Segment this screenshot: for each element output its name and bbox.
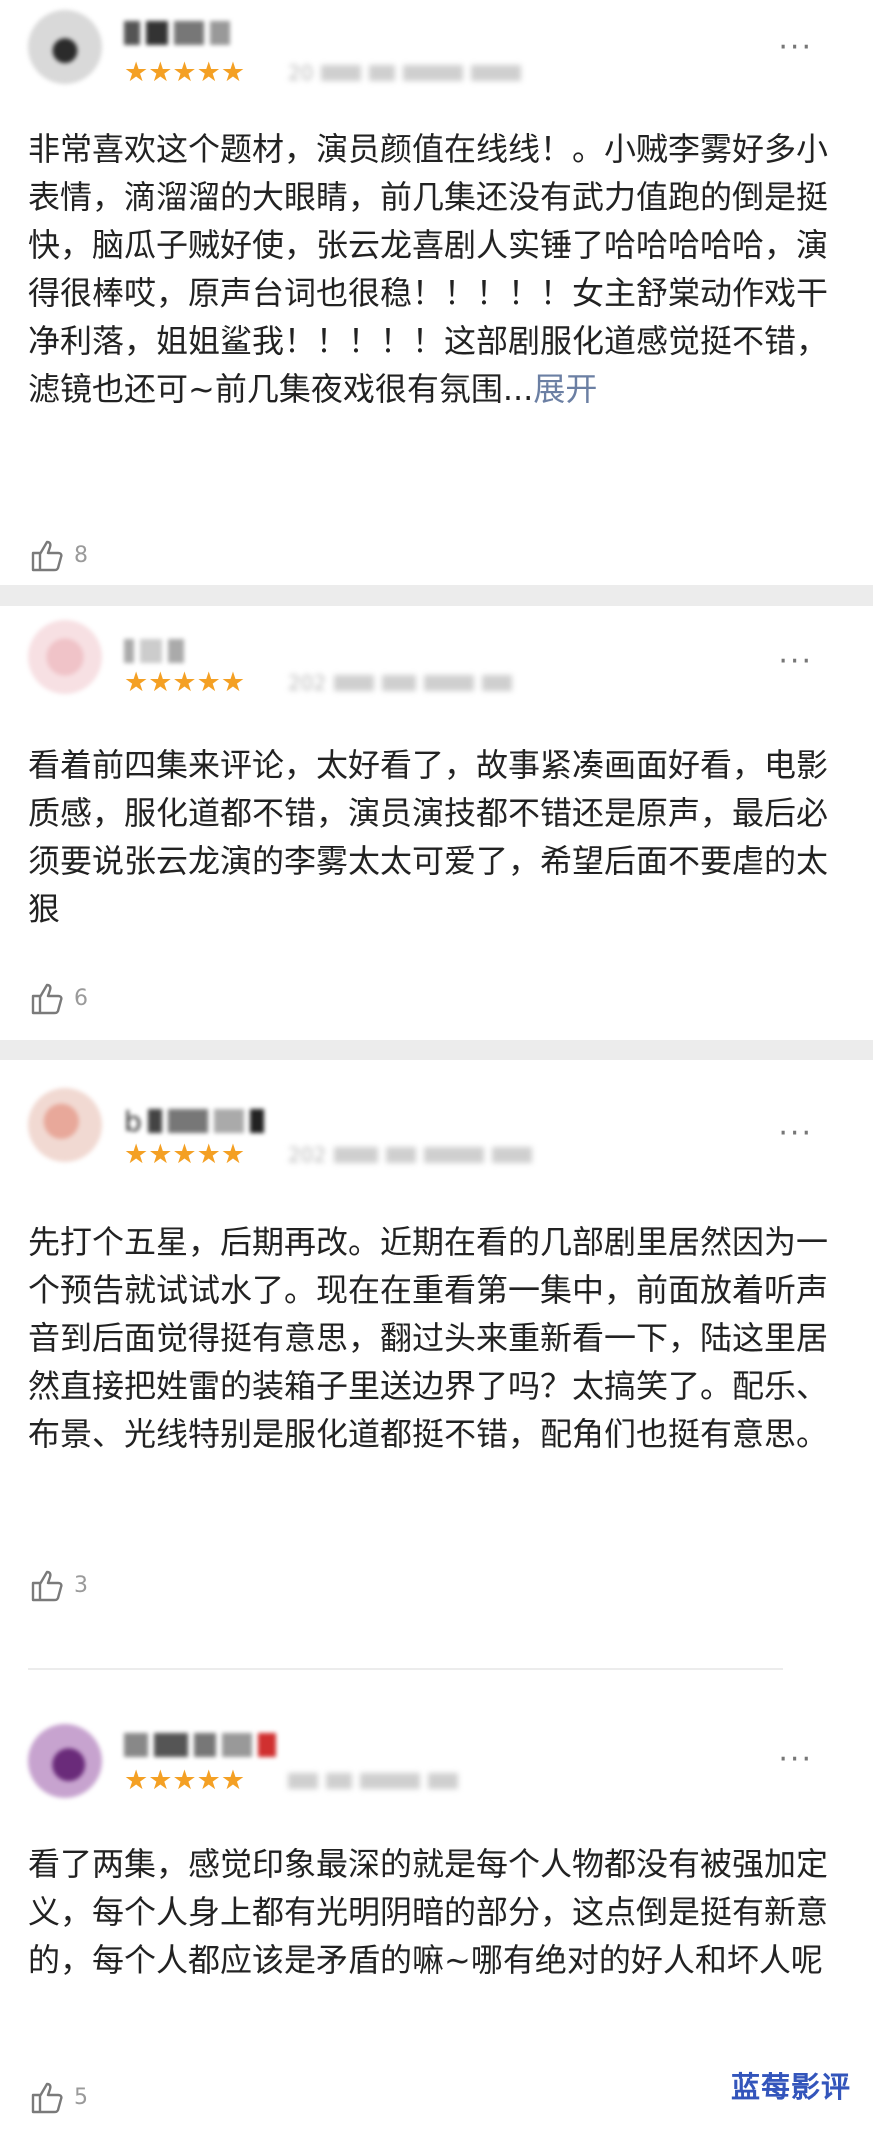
expand-link[interactable]: 展开 <box>533 370 597 408</box>
review-text: 非常喜欢这个题材，演员颜值在线线！。小贼李雾好多小表情，滴溜溜的大眼睛，前几集还… <box>28 125 828 413</box>
like-count: 5 <box>74 2084 88 2110</box>
thumbs-up-icon <box>31 1570 63 1602</box>
avatar[interactable] <box>28 1724 102 1798</box>
review-card: ★★★★★ ··· 看了两集，感觉印象最深的就是每个人物都没有被强加定义，每个人… <box>0 1672 873 2132</box>
review-feed: ★★★★★ 20 ··· 非常喜欢这个题材，演员颜值在线线！。小贼李雾好多小表情… <box>0 0 873 2132</box>
review-date-blurred: 202 <box>288 672 513 694</box>
username-prefix: b <box>124 1104 142 1138</box>
avatar[interactable] <box>28 620 102 694</box>
like-button[interactable]: 8 <box>28 535 88 575</box>
like-count: 6 <box>74 985 88 1011</box>
like-count: 3 <box>74 1572 88 1598</box>
review-card: ★★★★★ 202 ··· 看着前四集来评论，太好看了，故事紧凑画面好看，电影质… <box>0 606 873 1040</box>
more-dots-icon[interactable]: ··· <box>778 1119 813 1149</box>
review-card: ★★★★★ 20 ··· 非常喜欢这个题材，演员颜值在线线！。小贼李雾好多小表情… <box>0 0 873 585</box>
more-dots-icon[interactable]: ··· <box>778 647 813 677</box>
username-blurred[interactable] <box>124 1730 276 1760</box>
divider <box>28 1668 783 1670</box>
review-date-blurred <box>288 1770 458 1792</box>
like-count: 8 <box>74 542 88 568</box>
username-blurred[interactable]: b <box>124 1104 264 1138</box>
username-blurred[interactable] <box>124 18 230 48</box>
separator <box>0 585 873 606</box>
thumbs-up-icon <box>31 2082 63 2114</box>
username-blurred[interactable] <box>124 636 184 666</box>
star-rating: ★★★★★ <box>124 667 246 698</box>
review-date-blurred: 20 <box>288 62 522 84</box>
star-rating: ★★★★★ <box>124 1765 246 1796</box>
like-button[interactable]: 6 <box>28 978 88 1018</box>
like-button[interactable]: 3 <box>28 1565 88 1605</box>
review-text: 看着前四集来评论，太好看了，故事紧凑画面好看，电影质感，服化道都不错，演员演技都… <box>28 746 829 928</box>
avatar[interactable] <box>28 10 102 84</box>
avatar[interactable] <box>28 1088 102 1162</box>
star-rating: ★★★★★ <box>124 1139 246 1170</box>
more-dots-icon[interactable]: ··· <box>778 33 813 63</box>
review-text: 看了两集，感觉印象最深的就是每个人物都没有被强加定义，每个人身上都有光明阴暗的部… <box>28 1845 829 1979</box>
review-card: b ★★★★★ 202 ··· 先打个五星，后期再改。近期在看的几部剧里居然因为… <box>0 1060 873 1660</box>
thumbs-up-icon <box>31 983 63 1015</box>
review-date-blurred: 202 <box>288 1144 533 1166</box>
thumbs-up-icon <box>31 540 63 572</box>
review-text-body: 非常喜欢这个题材，演员颜值在线线！。小贼李雾好多小表情，滴溜溜的大眼睛，前几集还… <box>28 130 829 408</box>
star-rating: ★★★★★ <box>124 57 246 88</box>
review-text: 先打个五星，后期再改。近期在看的几部剧里居然因为一个预告就试试水了。现在在重看第… <box>28 1223 829 1453</box>
separator <box>0 1040 873 1060</box>
watermark: 蓝莓影评 <box>730 2070 851 2104</box>
like-button[interactable]: 5 <box>28 2077 88 2117</box>
more-dots-icon[interactable]: ··· <box>778 1745 813 1775</box>
